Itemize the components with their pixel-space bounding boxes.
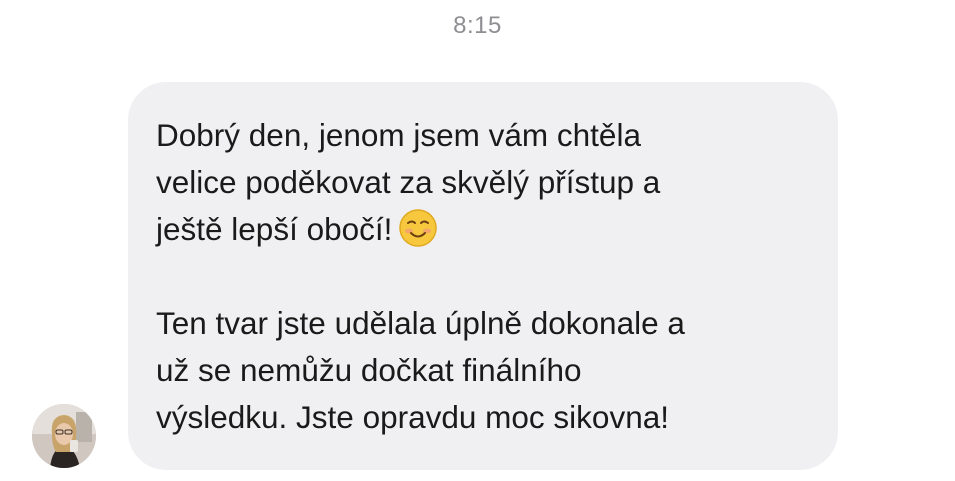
sender-avatar-photo-icon <box>32 404 96 468</box>
message-timestamp: 8:15 <box>453 12 502 39</box>
chat-screen: 8:15 Dobrý den, jenom jsem vám chtěla ve… <box>0 0 955 481</box>
message-paragraph: Dobrý den, jenom jsem vám chtěla velice … <box>156 112 810 253</box>
sender-avatar[interactable] <box>32 404 96 468</box>
message-paragraph: Ten tvar jste udělala úplně dokonale a u… <box>156 305 685 435</box>
smiling-face-emoji-icon <box>398 208 438 248</box>
incoming-message-bubble[interactable]: Dobrý den, jenom jsem vám chtěla velice … <box>128 82 838 470</box>
